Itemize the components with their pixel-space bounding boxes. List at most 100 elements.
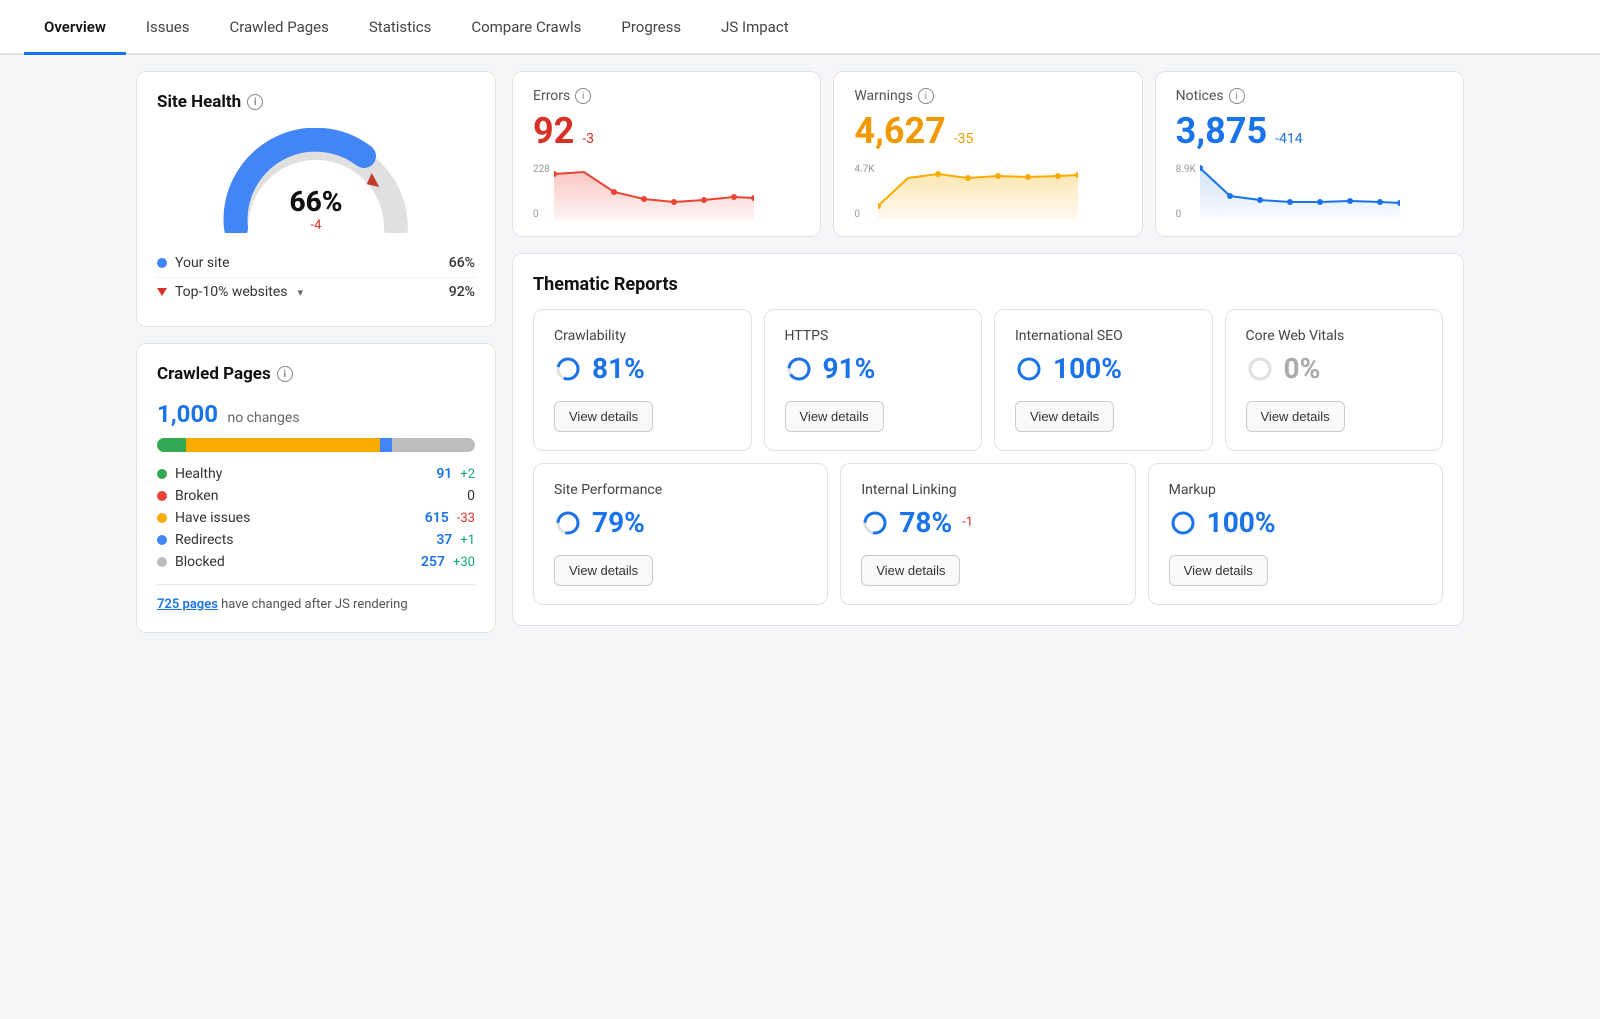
notices-value-row: 3,875 -414	[1176, 110, 1443, 152]
your-site-label: Your site	[175, 255, 230, 271]
pages-legend-issues: Have issues 615 -33	[157, 510, 475, 526]
core-web-vitals-view-details[interactable]: View details	[1246, 401, 1345, 432]
gauge-percentage: 66%	[289, 185, 342, 218]
broken-label: Broken	[175, 488, 218, 504]
markup-circle-icon	[1169, 509, 1197, 537]
crawled-pages-info-icon[interactable]: i	[277, 366, 293, 382]
redirects-value: 37	[436, 532, 452, 548]
metrics-row: Errors i 92 -3 228 0	[512, 71, 1464, 237]
notices-card: Notices i 3,875 -414 8.9K 0	[1155, 71, 1464, 237]
pages-legend-broken: Broken 0	[157, 488, 475, 504]
internal-linking-delta: -1	[962, 515, 973, 530]
redirects-label: Redirects	[175, 532, 234, 548]
site-legend-row-yours: Your site 66%	[157, 249, 475, 278]
internal-linking-view-details[interactable]: View details	[861, 555, 960, 586]
blocked-delta: +30	[453, 555, 475, 570]
bar-healthy	[157, 438, 186, 452]
left-column: Site Health i 66% -4	[136, 71, 496, 633]
core-web-vitals-name: Core Web Vitals	[1246, 328, 1423, 344]
broken-value: 0	[467, 488, 475, 504]
issues-label: Have issues	[175, 510, 250, 526]
nav-js-impact[interactable]: JS Impact	[701, 0, 808, 55]
nav-progress[interactable]: Progress	[601, 0, 701, 55]
redirects-delta: +1	[460, 533, 475, 548]
site-performance-name: Site Performance	[554, 482, 807, 498]
thematic-reports-title: Thematic Reports	[533, 274, 1443, 295]
thematic-reports-card: Thematic Reports Crawlability 81% View d…	[512, 253, 1464, 626]
report-international-seo: International SEO 100% View details	[994, 309, 1213, 451]
top10-value: 92%	[449, 284, 475, 300]
gauge-chart: 66% -4	[216, 128, 416, 233]
notices-sparkline	[1200, 164, 1400, 220]
top-navigation: Overview Issues Crawled Pages Statistics…	[0, 0, 1600, 55]
gauge-delta: -4	[289, 218, 342, 233]
your-site-dot	[157, 258, 167, 268]
broken-dot	[157, 491, 167, 501]
nav-crawled-pages[interactable]: Crawled Pages	[209, 0, 348, 55]
healthy-delta: +2	[460, 467, 475, 482]
international-seo-view-details[interactable]: View details	[1015, 401, 1114, 432]
https-view-details[interactable]: View details	[785, 401, 884, 432]
https-name: HTTPS	[785, 328, 962, 344]
bar-redirects	[380, 438, 393, 452]
site-performance-pct: 79%	[592, 506, 645, 539]
warnings-spark-min: 0	[854, 209, 874, 220]
changed-pages-link[interactable]: 725 pages	[157, 597, 218, 612]
crawled-pages-count: 1,000	[157, 400, 218, 428]
warnings-spark-max: 4.7K	[854, 164, 874, 175]
core-web-vitals-pct: 0%	[1284, 352, 1321, 385]
errors-card: Errors i 92 -3 228 0	[512, 71, 821, 237]
core-web-vitals-circle-icon	[1246, 355, 1274, 383]
report-markup: Markup 100% View details	[1148, 463, 1443, 605]
https-pct: 91%	[823, 352, 876, 385]
markup-view-details[interactable]: View details	[1169, 555, 1268, 586]
crawlability-pct: 81%	[592, 352, 645, 385]
top10-chevron-icon[interactable]: ▾	[298, 286, 304, 299]
core-web-vitals-pct-row: 0%	[1246, 352, 1423, 385]
internal-linking-circle-icon	[861, 509, 889, 537]
issues-value: 615	[425, 510, 449, 526]
markup-name: Markup	[1169, 482, 1422, 498]
report-crawlability: Crawlability 81% View details	[533, 309, 752, 451]
site-health-info-icon[interactable]: i	[247, 94, 263, 110]
issues-dot	[157, 513, 167, 523]
site-performance-pct-row: 79%	[554, 506, 807, 539]
notices-info-icon[interactable]: i	[1229, 88, 1245, 104]
warnings-sparkline	[878, 164, 1078, 220]
international-seo-name: International SEO	[1015, 328, 1192, 344]
top10-label: Top-10% websites	[175, 284, 288, 300]
crawlability-name: Crawlability	[554, 328, 731, 344]
nav-compare-crawls[interactable]: Compare Crawls	[451, 0, 601, 55]
warnings-label: Warnings i	[854, 88, 1121, 104]
changed-pages-text: 725 pages have changed after JS renderin…	[157, 584, 475, 612]
site-health-card: Site Health i 66% -4	[136, 71, 496, 327]
crawled-pages-card: Crawled Pages i 1,000 no changes Healthy	[136, 343, 496, 633]
report-core-web-vitals: Core Web Vitals 0% View details	[1225, 309, 1444, 451]
pages-legend-blocked: Blocked 257 +30	[157, 554, 475, 570]
nav-issues[interactable]: Issues	[126, 0, 210, 55]
international-seo-pct-row: 100%	[1015, 352, 1192, 385]
your-site-value: 66%	[449, 255, 475, 271]
pages-legend-healthy: Healthy 91 +2	[157, 466, 475, 482]
errors-info-icon[interactable]: i	[575, 88, 591, 104]
report-internal-linking: Internal Linking 78% -1 View details	[840, 463, 1135, 605]
crawlability-pct-row: 81%	[554, 352, 731, 385]
internal-linking-pct-row: 78% -1	[861, 506, 1114, 539]
errors-label: Errors i	[533, 88, 800, 104]
nav-overview[interactable]: Overview	[24, 0, 126, 55]
warnings-card: Warnings i 4,627 -35 4.7K 0	[833, 71, 1142, 237]
gauge-center: 66% -4	[289, 185, 342, 233]
errors-value-row: 92 -3	[533, 110, 800, 152]
reports-top-grid: Crawlability 81% View details HTTPS	[533, 309, 1443, 451]
site-performance-circle-icon	[554, 509, 582, 537]
bar-issues	[186, 438, 380, 452]
issues-delta: -33	[457, 511, 475, 526]
site-performance-view-details[interactable]: View details	[554, 555, 653, 586]
crawlability-view-details[interactable]: View details	[554, 401, 653, 432]
nav-statistics[interactable]: Statistics	[349, 0, 451, 55]
notices-label: Notices i	[1176, 88, 1443, 104]
gauge-container: 66% -4	[157, 128, 475, 233]
warnings-info-icon[interactable]: i	[918, 88, 934, 104]
warnings-value-row: 4,627 -35	[854, 110, 1121, 152]
redirects-dot	[157, 535, 167, 545]
